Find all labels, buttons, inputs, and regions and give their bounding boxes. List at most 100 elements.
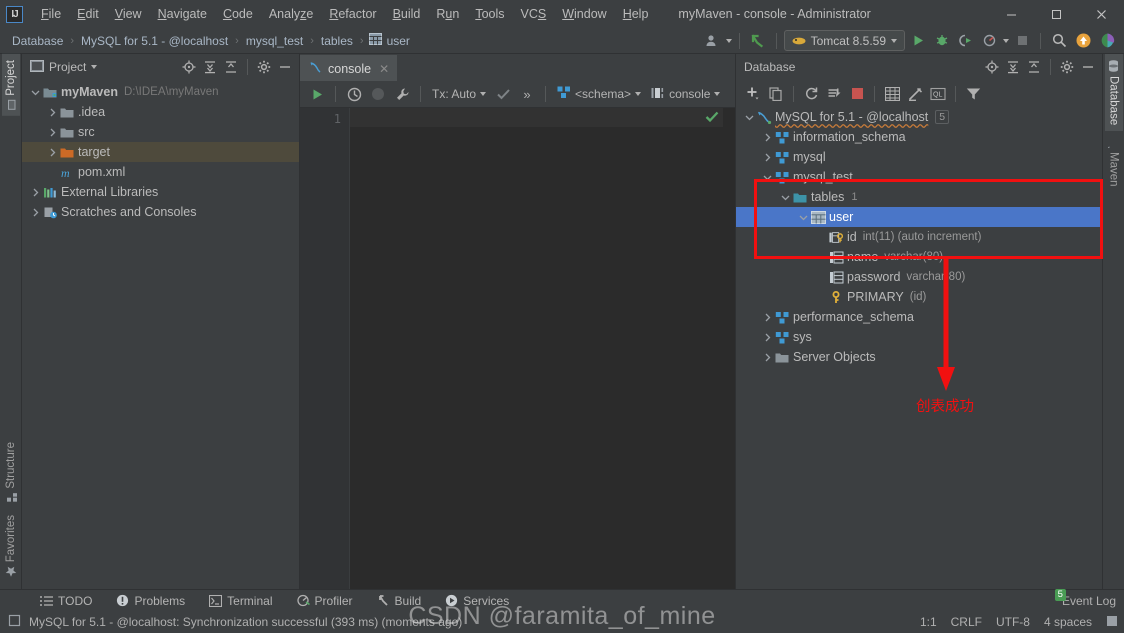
chevron-right-icon[interactable] <box>30 207 41 218</box>
database-tree-row[interactable]: ›PRIMARY(id) <box>736 287 1102 307</box>
close-button[interactable] <box>1079 0 1124 28</box>
add-datasource-icon[interactable] <box>742 83 764 105</box>
query-console-icon[interactable]: QL <box>927 83 949 105</box>
menu-tools[interactable]: Tools <box>467 4 512 24</box>
indent-setting[interactable]: 4 spaces <box>1044 615 1092 629</box>
chevron-right-icon[interactable] <box>47 107 58 118</box>
schema-selector[interactable]: <schema> <box>553 86 645 102</box>
read-only-toggle-icon[interactable] <box>1106 615 1118 630</box>
filter-icon[interactable] <box>962 83 984 105</box>
commit-icon[interactable] <box>492 83 514 105</box>
user-account-caret-icon[interactable] <box>725 38 732 43</box>
database-tree-row[interactable]: performance_schema <box>736 307 1102 327</box>
execute-button[interactable] <box>306 83 328 105</box>
sidebar-item-maven[interactable]: m Maven <box>1103 131 1123 193</box>
collapse-all-icon[interactable] <box>221 57 241 77</box>
expand-all-icon[interactable] <box>1003 57 1023 77</box>
bottom-tool-profiler[interactable]: Profiler <box>285 594 365 608</box>
menu-refactor[interactable]: Refactor <box>321 4 384 24</box>
chevron-right-icon[interactable] <box>762 352 773 363</box>
session-selector[interactable]: console <box>647 87 724 102</box>
gear-icon[interactable] <box>254 57 274 77</box>
profiler-button[interactable] <box>979 30 1001 52</box>
user-account-icon[interactable] <box>702 30 724 52</box>
editor-scrollbar[interactable] <box>723 108 735 589</box>
sidebar-item-structure[interactable]: Structure <box>2 436 20 509</box>
project-tree-row[interactable]: ›mpom.xml <box>22 162 299 182</box>
menu-build[interactable]: Build <box>385 4 429 24</box>
synchronize-icon[interactable] <box>823 83 845 105</box>
breadcrumb-database[interactable]: Database <box>10 34 65 48</box>
menu-vcs[interactable]: VCS <box>513 4 555 24</box>
tab-console[interactable]: console ✕ <box>300 55 398 81</box>
breadcrumb-schema[interactable]: mysql_test <box>244 34 305 48</box>
menu-edit[interactable]: Edit <box>69 4 107 24</box>
chevron-right-icon[interactable] <box>762 152 773 163</box>
chevron-right-icon[interactable] <box>762 332 773 343</box>
collapse-all-icon[interactable] <box>1024 57 1044 77</box>
database-tree-row[interactable]: MySQL for 5.1 - @localhost 5 <box>736 107 1102 127</box>
debug-button[interactable] <box>931 30 953 52</box>
event-log-area[interactable]: 5 Event Log <box>1054 589 1116 608</box>
chevron-right-icon[interactable] <box>47 127 58 138</box>
stop-icon[interactable] <box>367 83 389 105</box>
gear-icon[interactable] <box>1057 57 1077 77</box>
menu-file[interactable]: FFileile <box>33 4 69 24</box>
database-tree-row[interactable]: sys <box>736 327 1102 347</box>
database-tree-row[interactable]: mysql_test <box>736 167 1102 187</box>
breadcrumb-table-user[interactable]: user <box>385 34 412 48</box>
project-tree-row[interactable]: src <box>22 122 299 142</box>
chevron-down-icon[interactable] <box>780 192 791 203</box>
maximize-button[interactable] <box>1034 0 1079 28</box>
menu-navigate[interactable]: Navigate <box>150 4 215 24</box>
console-editor[interactable]: 1 <box>300 108 735 589</box>
search-icon[interactable] <box>1048 30 1070 52</box>
menu-code[interactable]: Code <box>215 4 261 24</box>
minimize-button[interactable] <box>989 0 1034 28</box>
bottom-tool-problems[interactable]: Problems <box>104 594 197 608</box>
database-tree-row[interactable]: information_schema <box>736 127 1102 147</box>
database-tree-row[interactable]: tables 1 <box>736 187 1102 207</box>
database-tree-row[interactable]: user <box>736 207 1102 227</box>
project-tree-row[interactable]: target <box>22 142 299 162</box>
database-tree-row[interactable]: ›namevarchar(80) <box>736 247 1102 267</box>
chevron-down-icon[interactable] <box>762 172 773 183</box>
bottom-tool-build[interactable]: Build <box>365 594 434 608</box>
settings-icon[interactable] <box>1096 30 1118 52</box>
database-tree-row[interactable]: Server Objects <box>736 347 1102 367</box>
event-log-label[interactable]: Event Log <box>1062 594 1116 608</box>
stop-button[interactable] <box>1011 30 1033 52</box>
chevron-down-icon[interactable] <box>744 112 755 123</box>
expand-all-icon[interactable] <box>200 57 220 77</box>
wrench-icon[interactable] <box>391 83 413 105</box>
database-tree-row[interactable]: ›idint(11) (auto increment) <box>736 227 1102 247</box>
menu-analyze[interactable]: Analyze <box>261 4 321 24</box>
menu-view[interactable]: View <box>107 4 150 24</box>
hide-panel-icon[interactable] <box>275 57 295 77</box>
project-tree[interactable]: myMavenD:\IDEA\myMaven.ideasrctarget›mpo… <box>22 80 299 589</box>
run-button[interactable] <box>907 30 929 52</box>
bottom-tool-terminal[interactable]: Terminal <box>197 594 284 608</box>
locate-file-icon[interactable] <box>179 57 199 77</box>
transaction-mode-selector[interactable]: Tx: Auto <box>428 87 490 101</box>
chevron-down-icon[interactable] <box>30 87 41 98</box>
project-tree-row[interactable]: Scratches and Consoles <box>22 202 299 222</box>
more-options-icon[interactable]: » <box>516 83 538 105</box>
profiler-caret-icon[interactable] <box>1003 38 1009 43</box>
stop-refresh-icon[interactable] <box>846 83 868 105</box>
database-tree-row[interactable]: ›passwordvarchar(80) <box>736 267 1102 287</box>
open-table-editor-icon[interactable] <box>881 83 903 105</box>
run-with-coverage-button[interactable] <box>955 30 977 52</box>
database-tree-row[interactable]: mysql <box>736 147 1102 167</box>
project-tree-row[interactable]: External Libraries <box>22 182 299 202</box>
chevron-right-icon[interactable] <box>762 132 773 143</box>
status-toggle-icon[interactable] <box>8 614 21 630</box>
duplicate-icon[interactable] <box>765 83 787 105</box>
close-icon[interactable]: ✕ <box>379 62 389 76</box>
chevron-down-icon[interactable] <box>91 65 98 69</box>
breadcrumb-tables[interactable]: tables <box>319 34 355 48</box>
chevron-right-icon[interactable] <box>30 187 41 198</box>
chevron-right-icon[interactable] <box>47 147 58 158</box>
breadcrumb-datasource[interactable]: MySQL for 5.1 - @localhost <box>79 34 230 48</box>
menu-window[interactable]: Window <box>554 4 614 24</box>
